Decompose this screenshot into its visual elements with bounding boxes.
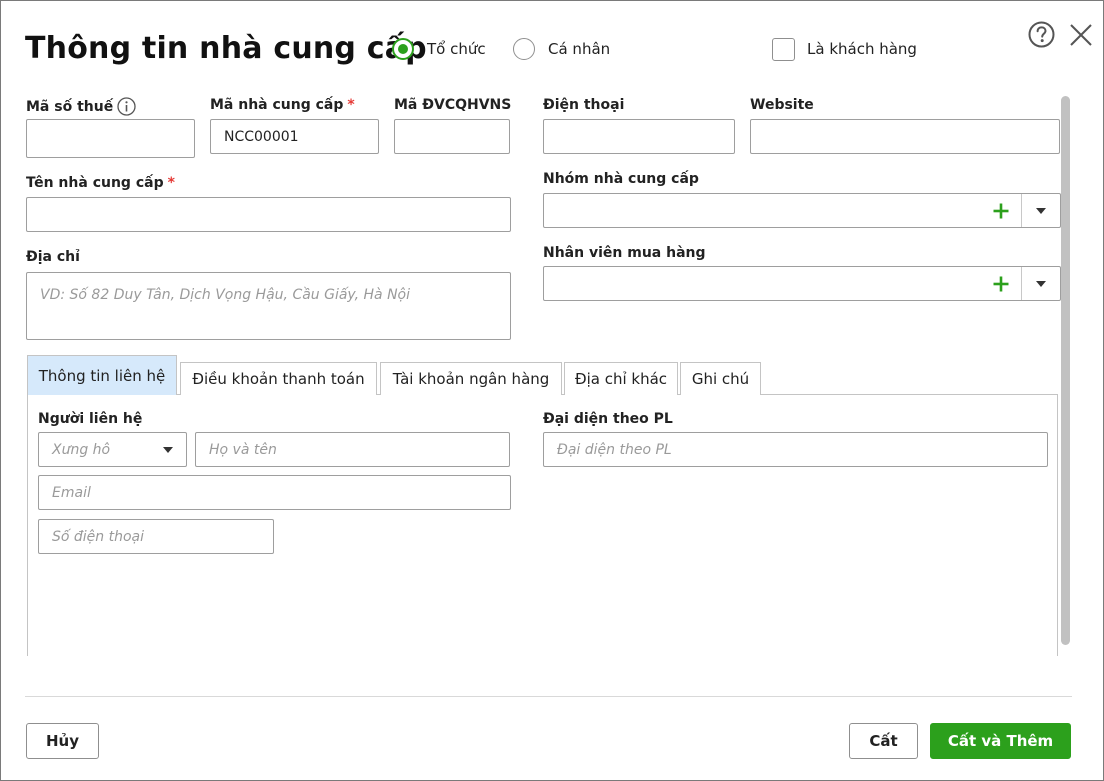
salutation-placeholder: Xưng hô — [52, 441, 111, 458]
supplier-name-label: Tên nhà cung cấp * — [26, 175, 175, 191]
tax-code-label: Mã số thuế — [26, 97, 136, 116]
contact-person-label: Người liên hệ — [38, 411, 143, 427]
plus-icon — [993, 276, 1009, 291]
radio-organization-label[interactable]: Tổ chức — [427, 40, 486, 58]
legal-rep-input[interactable]: Đại diện theo PL — [543, 432, 1048, 467]
save-and-add-button[interactable]: Cất và Thêm — [930, 723, 1071, 759]
legal-rep-label: Đại diện theo PL — [543, 411, 673, 427]
address-label: Địa chỉ — [26, 249, 80, 265]
legal-rep-placeholder: Đại diện theo PL — [557, 441, 672, 458]
radio-organization[interactable] — [392, 38, 414, 60]
tab-bank-accounts[interactable]: Tài khoản ngân hàng — [380, 362, 562, 395]
supplier-name-input[interactable] — [26, 197, 511, 232]
radio-individual[interactable] — [513, 38, 535, 60]
phone-label: Điện thoại — [543, 97, 625, 113]
footer-divider — [25, 696, 1072, 697]
caret-down-icon — [163, 447, 173, 453]
caret-down-icon — [1036, 280, 1046, 287]
tab-payment-terms[interactable]: Điều khoản thanh toán — [180, 362, 377, 395]
tab-other-addresses[interactable]: Địa chỉ khác — [564, 362, 678, 395]
budget-unit-code-input[interactable] — [394, 119, 510, 154]
close-icon[interactable] — [1067, 21, 1095, 49]
save-button[interactable]: Cất — [849, 723, 918, 759]
budget-unit-code-label: Mã ĐVCQHVNS — [394, 97, 512, 113]
salutation-select[interactable]: Xưng hô — [38, 432, 187, 467]
email-placeholder: Email — [52, 484, 91, 501]
is-customer-checkbox[interactable] — [772, 38, 795, 61]
is-customer-label[interactable]: Là khách hàng — [807, 40, 917, 58]
contact-phone-input[interactable]: Số điện thoại — [38, 519, 274, 554]
supplier-name-label-text: Tên nhà cung cấp — [26, 175, 164, 191]
required-mark: * — [347, 97, 355, 113]
full-name-placeholder: Họ và tên — [209, 441, 277, 458]
tab-contact-info[interactable]: Thông tin liên hệ — [27, 355, 177, 395]
tax-code-label-text: Mã số thuế — [26, 98, 114, 115]
help-icon[interactable] — [1028, 21, 1055, 48]
website-input[interactable] — [750, 119, 1060, 154]
address-placeholder: VD: Số 82 Duy Tân, Dịch Vọng Hậu, Cầu Gi… — [40, 287, 411, 303]
email-input[interactable]: Email — [38, 475, 511, 510]
supplier-code-label-text: Mã nhà cung cấp — [210, 97, 344, 113]
purchasing-staff-combo[interactable] — [543, 266, 1061, 301]
cancel-button[interactable]: Hủy — [26, 723, 99, 759]
phone-input[interactable] — [543, 119, 735, 154]
address-textarea[interactable]: VD: Số 82 Duy Tân, Dịch Vọng Hậu, Cầu Gi… — [26, 272, 511, 340]
purchasing-staff-label: Nhân viên mua hàng — [543, 245, 706, 261]
tab-notes[interactable]: Ghi chú — [680, 362, 761, 395]
plus-icon — [993, 203, 1009, 218]
supplier-dialog: Thông tin nhà cung cấp Tổ chức Cá nhân L… — [0, 0, 1104, 781]
website-label: Website — [750, 97, 814, 113]
dialog-title: Thông tin nhà cung cấp — [25, 31, 427, 66]
full-name-input[interactable]: Họ và tên — [195, 432, 510, 467]
purchasing-staff-dropdown-button[interactable] — [1022, 267, 1060, 300]
caret-down-icon — [1036, 207, 1046, 214]
supplier-group-combo[interactable] — [543, 193, 1061, 228]
add-supplier-group-button[interactable] — [981, 194, 1021, 227]
info-icon[interactable] — [117, 97, 136, 116]
tax-code-input[interactable] — [26, 119, 195, 158]
add-purchasing-staff-button[interactable] — [981, 267, 1021, 300]
radio-individual-label[interactable]: Cá nhân — [548, 40, 610, 58]
supplier-group-label: Nhóm nhà cung cấp — [543, 171, 699, 187]
supplier-group-dropdown-button[interactable] — [1022, 194, 1060, 227]
required-mark: * — [167, 175, 175, 191]
scrollbar-thumb[interactable] — [1061, 96, 1070, 645]
contact-phone-placeholder: Số điện thoại — [52, 528, 145, 545]
supplier-code-input[interactable]: NCC00001 — [210, 119, 379, 154]
supplier-code-label: Mã nhà cung cấp * — [210, 97, 355, 113]
